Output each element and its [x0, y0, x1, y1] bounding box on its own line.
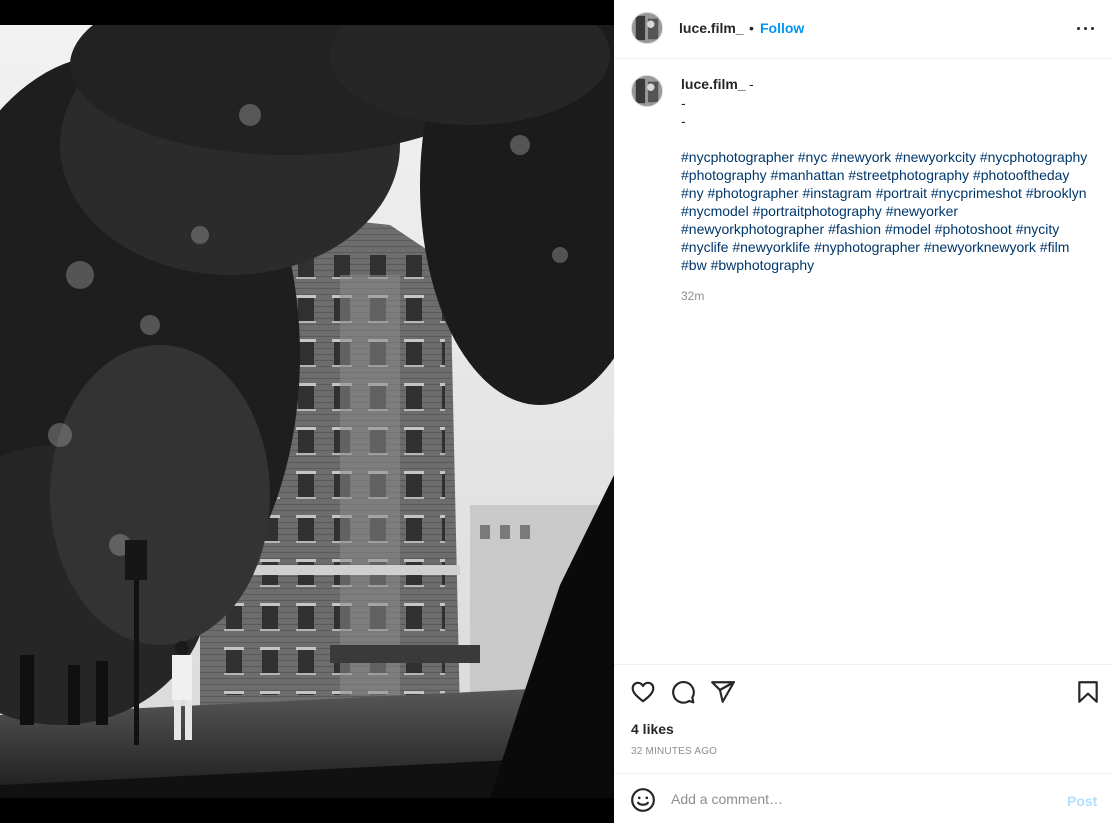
- hashtag-link[interactable]: #photoshoot: [935, 221, 1012, 237]
- hashtag-link[interactable]: #model: [885, 221, 931, 237]
- hashtag-link[interactable]: #nycprimeshot: [931, 185, 1022, 201]
- hashtag-link[interactable]: #photooftheday: [973, 167, 1070, 183]
- hashtag-link[interactable]: #newyorker: [886, 203, 958, 219]
- post-photo-image: [0, 25, 614, 798]
- comment-bubble-icon[interactable]: [670, 679, 696, 705]
- post-header: luce.film_ • Follow: [614, 0, 1112, 59]
- hashtag-link[interactable]: #nyclife: [681, 239, 728, 255]
- more-dot-3: [1091, 27, 1094, 30]
- hashtag-link[interactable]: #film: [1040, 239, 1070, 255]
- caption-username[interactable]: luce.film_: [681, 76, 746, 92]
- hashtag-link[interactable]: #ny: [681, 185, 704, 201]
- hashtag-link[interactable]: #instagram: [802, 185, 871, 201]
- caption-line: [681, 130, 1091, 148]
- post-comment-button[interactable]: Post: [1067, 793, 1097, 809]
- hashtag-link[interactable]: #bw: [681, 257, 707, 273]
- hashtag-link[interactable]: #photographer: [707, 185, 798, 201]
- hashtag-link[interactable]: #nycity: [1016, 221, 1060, 237]
- caption-trailing-text: -: [749, 76, 754, 92]
- hashtag-link[interactable]: #nyc: [798, 149, 828, 165]
- author-username[interactable]: luce.film_: [679, 20, 744, 36]
- follow-button[interactable]: Follow: [760, 20, 804, 36]
- post-photo[interactable]: [0, 25, 614, 798]
- hashtag-link[interactable]: #nycphotography: [980, 149, 1087, 165]
- separator-dot: •: [749, 20, 754, 36]
- caption-timestamp[interactable]: 32m: [681, 289, 704, 303]
- hashtag-link[interactable]: #photography: [681, 167, 767, 183]
- hashtag-link[interactable]: #newyorkphotographer: [681, 221, 824, 237]
- caption-author-avatar[interactable]: [631, 75, 663, 107]
- hashtag-link[interactable]: #manhattan: [771, 167, 845, 183]
- more-options-icon[interactable]: [1074, 18, 1098, 38]
- hashtag-link[interactable]: #newyorknewyork: [924, 239, 1036, 255]
- caption-line: -: [681, 95, 686, 111]
- comment-input[interactable]: [671, 787, 1051, 811]
- hashtag-link[interactable]: #fashion: [828, 221, 881, 237]
- caption-hashtags: #nycphotographer #nyc #newyork #newyorkc…: [681, 148, 1091, 274]
- hashtag-link[interactable]: #portrait: [876, 185, 927, 201]
- hashtag-link[interactable]: #bwphotography: [711, 257, 815, 273]
- hashtag-link[interactable]: #brooklyn: [1026, 185, 1087, 201]
- hashtag-link[interactable]: #nyphotographer: [814, 239, 920, 255]
- hashtag-link[interactable]: #portraitphotography: [753, 203, 882, 219]
- hashtag-link[interactable]: #streetphotography: [848, 167, 969, 183]
- post-details-panel: luce.film_ • Follow luce.film_ - - - #ny…: [614, 0, 1112, 823]
- post-actions: 4 likes 32 MINUTES AGO: [614, 664, 1112, 774]
- author-avatar[interactable]: [631, 12, 663, 44]
- hashtag-link[interactable]: #newyorklife: [732, 239, 810, 255]
- smiley-icon[interactable]: [630, 787, 656, 813]
- caption: luce.film_ - - - #nycphotographer #nyc #…: [614, 59, 1112, 664]
- bookmark-icon[interactable]: [1075, 679, 1101, 705]
- paper-plane-icon[interactable]: [710, 679, 736, 705]
- heart-icon[interactable]: [630, 679, 656, 705]
- hashtag-link[interactable]: #nycphotographer: [681, 149, 794, 165]
- avatar-image: [632, 13, 662, 43]
- post-media: [0, 0, 614, 823]
- hashtag-link[interactable]: #newyork: [831, 149, 891, 165]
- more-dot-2: [1084, 27, 1087, 30]
- more-dot-1: [1077, 27, 1080, 30]
- avatar-image: [632, 76, 662, 106]
- hashtag-link[interactable]: #nycmodel: [681, 203, 749, 219]
- likes-count[interactable]: 4 likes: [631, 721, 674, 737]
- hashtag-link[interactable]: #newyorkcity: [895, 149, 976, 165]
- comment-bar: Post: [614, 773, 1112, 823]
- caption-line: -: [681, 113, 686, 129]
- post-timestamp: 32 MINUTES AGO: [631, 746, 718, 757]
- caption-lines: - -: [681, 94, 1091, 148]
